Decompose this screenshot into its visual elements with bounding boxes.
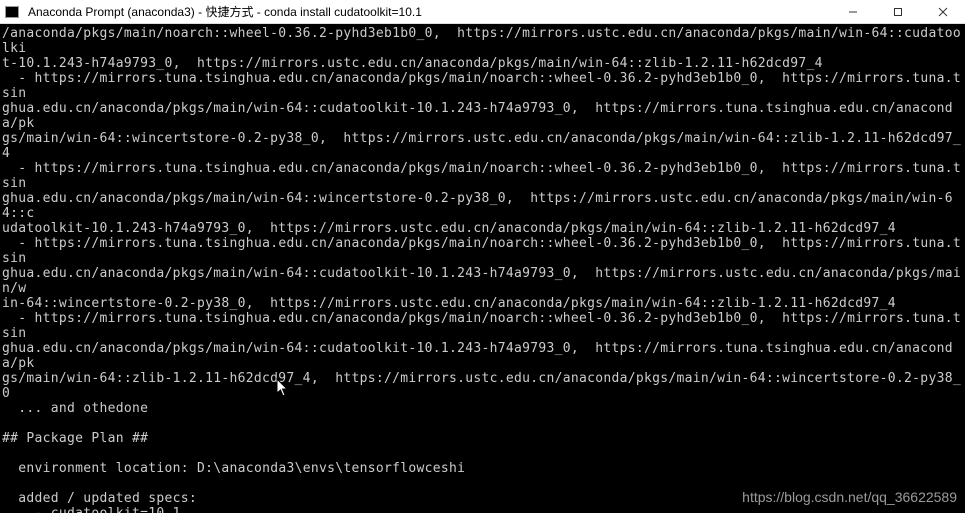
terminal-text: /anaconda/pkgs/main/noarch::wheel-0.36.2…: [2, 26, 961, 513]
window-title-bar: Anaconda Prompt (anaconda3) - 快捷方式 - con…: [0, 0, 965, 24]
terminal-icon: [5, 6, 19, 18]
window-title: Anaconda Prompt (anaconda3) - 快捷方式 - con…: [24, 3, 830, 20]
app-icon-container: [0, 6, 24, 18]
window-controls: [830, 0, 965, 24]
close-button[interactable]: [920, 0, 965, 24]
terminal-output[interactable]: /anaconda/pkgs/main/noarch::wheel-0.36.2…: [0, 24, 965, 513]
maximize-button[interactable]: [875, 0, 920, 24]
minimize-button[interactable]: [830, 0, 875, 24]
